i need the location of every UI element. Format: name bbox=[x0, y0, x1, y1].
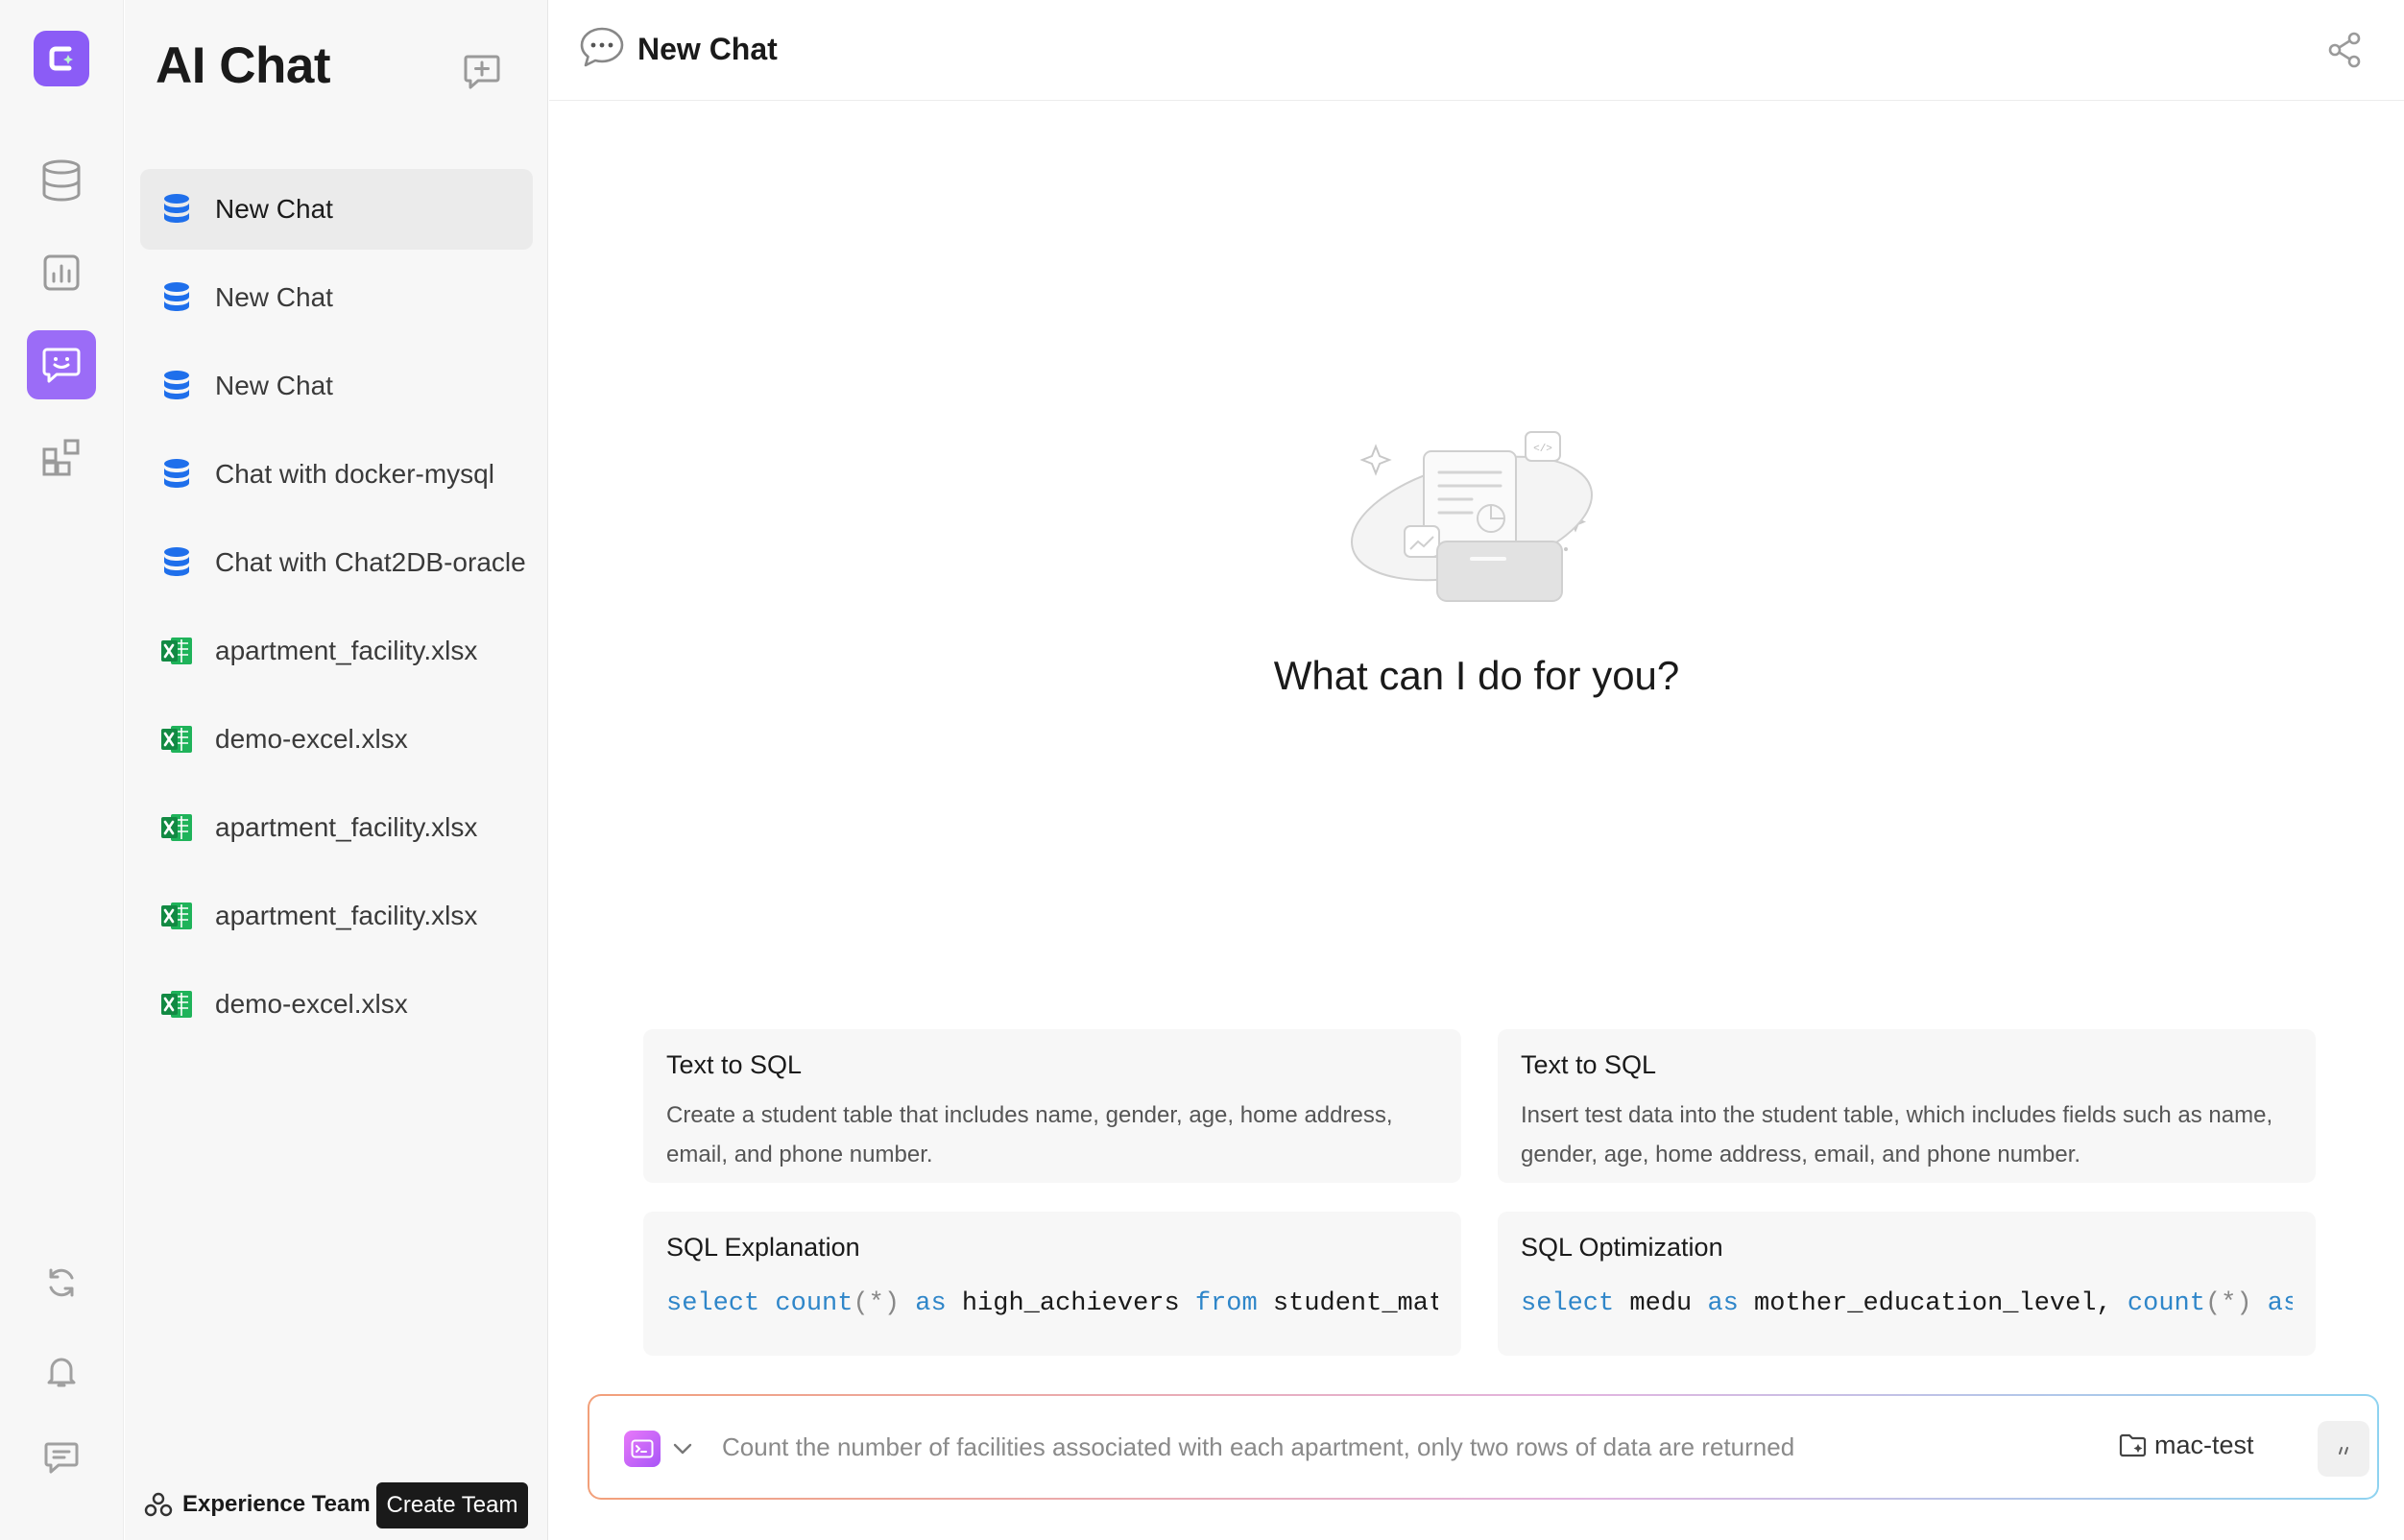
chat-item-label: apartment_facility.xlsx bbox=[215, 812, 478, 842]
card-title: Text to SQL bbox=[1521, 1050, 1657, 1079]
chat-item-label: Chat with docker-mysql bbox=[215, 459, 494, 489]
database-icon bbox=[159, 455, 194, 493]
chat-item-label: demo-excel.xlsx bbox=[215, 724, 408, 754]
excel-icon bbox=[159, 985, 194, 1023]
logo-icon bbox=[49, 46, 73, 71]
main-panel: New Chat </> What can I do for you? Text… bbox=[549, 0, 2404, 1540]
excel-icon bbox=[159, 720, 194, 758]
chat-item[interactable]: apartment_facility.xlsx bbox=[140, 787, 533, 868]
send-icon bbox=[2339, 1447, 2348, 1455]
card-title: Text to SQL bbox=[666, 1050, 803, 1079]
chat-list: New Chat New Chat New Chat Chat with doc… bbox=[140, 169, 533, 1052]
chat-item[interactable]: apartment_facility.xlsx bbox=[140, 611, 533, 691]
chat-item[interactable]: New Chat bbox=[140, 257, 533, 338]
chat-item-label: demo-excel.xlsx bbox=[215, 989, 408, 1019]
chat-item-label: New Chat bbox=[215, 371, 333, 400]
feedback-icon bbox=[44, 1442, 79, 1474]
database-icon bbox=[159, 190, 194, 229]
rail-plugins[interactable] bbox=[27, 422, 96, 492]
new-chat-icon bbox=[464, 55, 500, 89]
card-title: SQL Optimization bbox=[1521, 1233, 1723, 1262]
chat-item-label: apartment_facility.xlsx bbox=[215, 901, 478, 930]
chat-bubble-icon bbox=[578, 25, 626, 74]
chat-item[interactable]: Chat with Chat2DB-oracle bbox=[140, 522, 533, 603]
chat-input[interactable]: Count the number of facilities associate… bbox=[722, 1432, 1794, 1462]
suggestion-card-text-to-sql-1[interactable]: Text to SQL Create a student table that … bbox=[643, 1029, 1461, 1183]
chevron-down-icon bbox=[673, 1443, 692, 1455]
folder-sparkle-icon bbox=[2119, 1433, 2147, 1456]
chat-item[interactable]: New Chat bbox=[140, 169, 533, 250]
chat-item-label: New Chat bbox=[215, 282, 333, 312]
suggestion-card-sql-explanation[interactable]: SQL Explanation select count(*) as high_… bbox=[643, 1212, 1461, 1356]
plugins-icon bbox=[42, 439, 80, 476]
document-illustration-icon: </> bbox=[1351, 431, 1593, 602]
team-name[interactable]: Experience Team ... bbox=[182, 1491, 396, 1518]
empty-state-illustration: </> bbox=[549, 422, 2404, 619]
mode-selector[interactable] bbox=[624, 1429, 705, 1469]
suggestion-card-sql-optimization[interactable]: SQL Optimization select medu as mother_e… bbox=[1498, 1212, 2316, 1356]
ai-chat-icon bbox=[42, 348, 81, 383]
excel-icon bbox=[159, 808, 194, 847]
chat-sidebar: AI Chat New Chat New Chat New Chat Chat … bbox=[125, 0, 548, 1540]
rail-refresh[interactable] bbox=[27, 1248, 96, 1317]
team-footer: Experience Team ... Create Team bbox=[125, 1469, 548, 1540]
suggestion-card-text-to-sql-2[interactable]: Text to SQL Insert test data into the st… bbox=[1498, 1029, 2316, 1183]
sidebar-title: AI Chat bbox=[156, 37, 331, 94]
dashboard-icon bbox=[43, 254, 80, 291]
rail-dashboard[interactable] bbox=[27, 238, 96, 307]
rail-notifications[interactable] bbox=[27, 1336, 96, 1406]
chat-item[interactable]: New Chat bbox=[140, 346, 533, 426]
team-icon bbox=[144, 1492, 173, 1517]
chat-item-label: New Chat bbox=[215, 194, 333, 224]
rail-ai-chat[interactable] bbox=[27, 330, 96, 399]
app-logo[interactable] bbox=[34, 31, 89, 86]
send-button[interactable] bbox=[2318, 1421, 2369, 1477]
chat-item-label: Chat with Chat2DB-oracle bbox=[215, 547, 526, 577]
database-icon bbox=[159, 278, 194, 317]
refresh-icon bbox=[49, 1268, 74, 1297]
chat-item[interactable]: apartment_facility.xlsx bbox=[140, 876, 533, 956]
chat-item[interactable]: demo-excel.xlsx bbox=[140, 699, 533, 780]
datasource-selector[interactable]: mac-test bbox=[2118, 1431, 2254, 1460]
chat-item[interactable]: Chat with docker-mysql bbox=[140, 434, 533, 515]
share-button[interactable] bbox=[2325, 31, 2364, 74]
terminal-icon bbox=[624, 1431, 661, 1467]
excel-icon bbox=[159, 632, 194, 670]
card-sql-code: select medu as mother_education_level, c… bbox=[1521, 1289, 2293, 1318]
card-description: Create a student table that includes nam… bbox=[666, 1102, 1393, 1167]
card-title: SQL Explanation bbox=[666, 1233, 860, 1262]
share-icon bbox=[2328, 32, 2361, 68]
chat-title: New Chat bbox=[637, 32, 778, 66]
empty-state-prompt: What can I do for you? bbox=[1273, 653, 1680, 698]
chat-header: New Chat bbox=[549, 0, 2404, 101]
database-icon bbox=[159, 367, 194, 405]
datasource-name: mac-test bbox=[2154, 1431, 2254, 1459]
card-description: Insert test data into the student table,… bbox=[1521, 1102, 2273, 1167]
chat-item[interactable]: demo-excel.xlsx bbox=[140, 964, 533, 1045]
database-icon bbox=[159, 543, 194, 582]
card-sql-code: select count(*) as high_achievers from s… bbox=[666, 1289, 1438, 1318]
bell-icon bbox=[47, 1358, 76, 1387]
rail-feedback[interactable] bbox=[27, 1423, 96, 1492]
rail-database[interactable] bbox=[27, 146, 96, 215]
create-team-button[interactable]: Create Team bbox=[376, 1482, 528, 1528]
database-icon bbox=[42, 159, 81, 202]
nav-rail bbox=[0, 0, 124, 1540]
new-chat-button[interactable] bbox=[461, 53, 503, 91]
chat-input-bar: Count the number of facilities associate… bbox=[588, 1394, 2379, 1500]
svg-text:</>: </> bbox=[1533, 444, 1552, 455]
excel-icon bbox=[159, 897, 194, 935]
chat-item-label: apartment_facility.xlsx bbox=[215, 636, 478, 665]
